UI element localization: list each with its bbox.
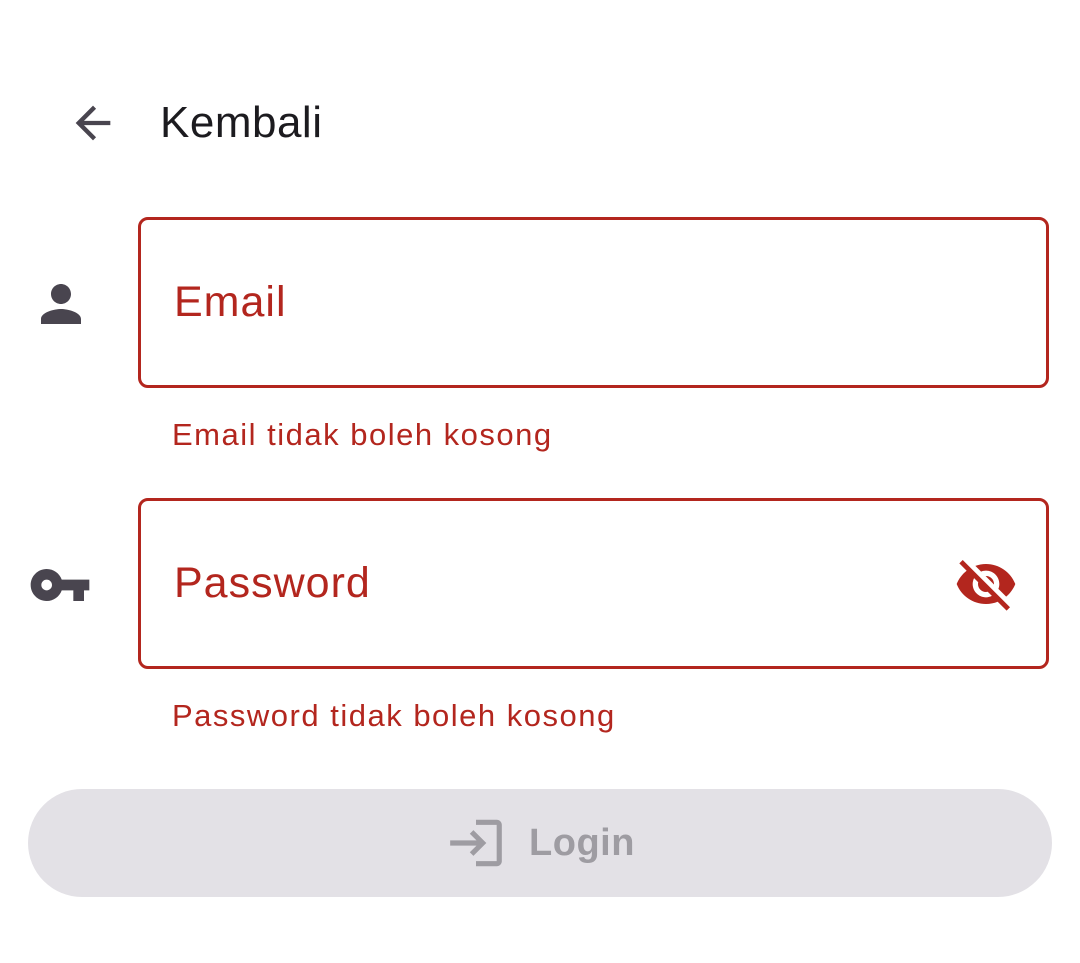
login-icon [445, 812, 507, 874]
back-button[interactable] [52, 82, 134, 164]
email-error-text: Email tidak boleh kosong [172, 417, 553, 452]
back-row: Kembali [0, 82, 600, 164]
email-field[interactable]: Email [138, 217, 1049, 388]
login-label: Login [529, 821, 635, 864]
password-error-text: Password tidak boleh kosong [172, 698, 616, 733]
person-icon [21, 264, 101, 344]
key-icon [20, 545, 100, 625]
login-button[interactable]: Login [28, 789, 1052, 897]
email-field-label: Email [174, 278, 287, 326]
password-field-label: Password [174, 559, 371, 607]
back-title[interactable]: Kembali [160, 82, 322, 164]
password-field[interactable]: Password [138, 498, 1049, 669]
arrow-left-icon [75, 105, 111, 141]
eye-off-icon[interactable] [954, 552, 1018, 616]
